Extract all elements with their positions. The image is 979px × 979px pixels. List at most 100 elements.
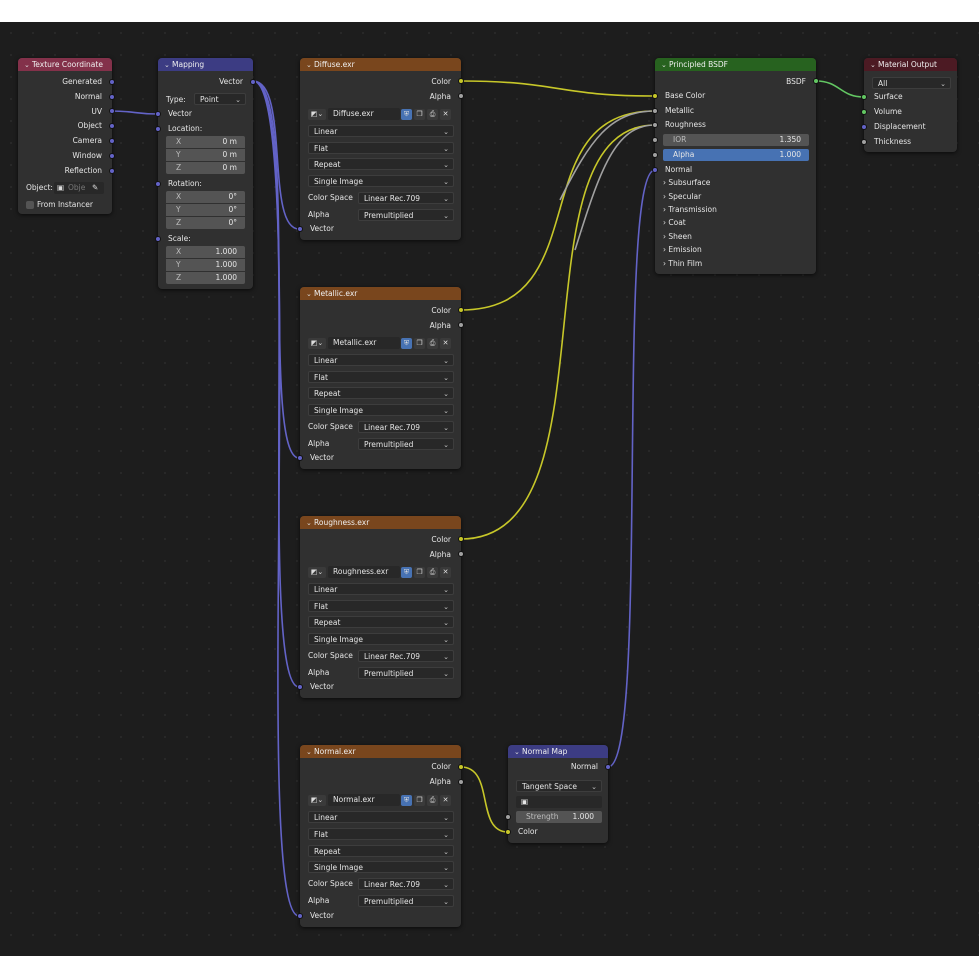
rotation-z-field[interactable]: Z 0° [166,217,245,229]
socket-ior[interactable] [652,137,658,143]
socket-scale[interactable] [155,236,161,242]
node-header[interactable]: ⌄ Texture Coordinate [18,58,112,71]
fake-user-shield-icon[interactable]: ⛨ [401,795,412,806]
close-icon[interactable]: ✕ [440,795,451,806]
socket-alpha[interactable] [652,152,658,158]
panel-thin-film[interactable]: › Thin Film [663,258,702,270]
node-header[interactable]: ⌄ Normal Map [508,745,608,758]
socket-normal-out[interactable] [605,764,611,770]
open-folder-icon[interactable]: ⎙ [427,795,438,806]
source-dropdown[interactable]: Single Image ⌄ [308,404,454,416]
space-dropdown[interactable]: Tangent Space ⌄ [516,780,602,792]
socket-normal[interactable] [109,94,115,100]
fake-user-shield-icon[interactable]: ⛨ [401,567,412,578]
node-header[interactable]: ⌄ Diffuse.exr [300,58,461,71]
color-space-dropdown[interactable]: Linear Rec.709 ⌄ [358,878,454,890]
extension-dropdown[interactable]: Repeat ⌄ [308,387,454,399]
socket-location[interactable] [155,126,161,132]
panel-emission[interactable]: › Emission [663,244,702,256]
fake-user-shield-icon[interactable]: ⛨ [401,109,412,120]
projection-dropdown[interactable]: Flat ⌄ [308,600,454,612]
socket-metallic[interactable] [652,108,658,114]
socket-alpha[interactable] [458,551,464,557]
source-dropdown[interactable]: Single Image ⌄ [308,633,454,645]
location-z-field[interactable]: Z 0 m [166,162,245,174]
socket-color[interactable] [458,536,464,542]
image-texture-node-roughness[interactable]: ⌄ Roughness.exr Color Alpha ◩⌄ Roughness.… [297,516,464,698]
material-output-node[interactable]: ⌄ Material Output All ⌄ Surface Volume Dis… [861,58,957,152]
open-folder-icon[interactable]: ⎙ [427,338,438,349]
image-name-field[interactable]: Roughness.exr [328,566,400,578]
duplicate-icon[interactable]: ❐ [414,795,425,806]
socket-thickness[interactable] [861,139,867,145]
panel-transmission[interactable]: › Transmission [663,204,717,216]
interpolation-dropdown[interactable]: Linear ⌄ [308,811,454,823]
interpolation-dropdown[interactable]: Linear ⌄ [308,125,454,137]
socket-vector-in[interactable] [297,684,303,690]
chevron-down-icon[interactable]: ⌄ [306,517,314,529]
interpolation-dropdown[interactable]: Linear ⌄ [308,583,454,595]
socket-normal-in[interactable] [652,167,658,173]
socket-vector-in[interactable] [155,111,161,117]
node-editor-canvas[interactable] [0,22,979,956]
socket-uv[interactable] [109,108,115,114]
image-browse-icon[interactable]: ◩⌄ [308,109,326,120]
location-y-field[interactable]: Y 0 m [166,149,245,161]
socket-rotation[interactable] [155,181,161,187]
extension-dropdown[interactable]: Repeat ⌄ [308,845,454,857]
alpha-mode-dropdown[interactable]: Premultiplied ⌄ [358,667,454,679]
duplicate-icon[interactable]: ❐ [414,109,425,120]
rotation-x-field[interactable]: X 0° [166,191,245,203]
scale-y-field[interactable]: Y 1.000 [166,259,245,271]
open-folder-icon[interactable]: ⎙ [427,567,438,578]
chevron-down-icon[interactable]: ⌄ [661,59,669,71]
socket-reflection[interactable] [109,168,115,174]
principled-bsdf-node[interactable]: ⌄ Principled BSDF BSDF Base Color Metalli… [652,58,819,274]
node-header[interactable]: ⌄ Roughness.exr [300,516,461,529]
fake-user-shield-icon[interactable]: ⛨ [401,338,412,349]
projection-dropdown[interactable]: Flat ⌄ [308,828,454,840]
chevron-down-icon[interactable]: ⌄ [306,288,314,300]
alpha-mode-dropdown[interactable]: Premultiplied ⌄ [358,209,454,221]
color-space-dropdown[interactable]: Linear Rec.709 ⌄ [358,650,454,662]
socket-generated[interactable] [109,79,115,85]
mapping-node[interactable]: ⌄ Mapping Vector Type: Point ⌄ Vector Loca… [155,58,256,289]
normal-map-node[interactable]: ⌄ Normal Map Normal Tangent Space ⌄ ▣ Stre… [505,745,611,843]
source-dropdown[interactable]: Single Image ⌄ [308,861,454,873]
close-icon[interactable]: ✕ [440,567,451,578]
socket-color[interactable] [458,764,464,770]
open-folder-icon[interactable]: ⎙ [427,109,438,120]
alpha-mode-dropdown[interactable]: Premultiplied ⌄ [358,438,454,450]
projection-dropdown[interactable]: Flat ⌄ [308,371,454,383]
socket-camera[interactable] [109,138,115,144]
socket-alpha[interactable] [458,322,464,328]
socket-vector-in[interactable] [297,226,303,232]
extension-dropdown[interactable]: Repeat ⌄ [308,616,454,628]
socket-object[interactable] [109,123,115,129]
node-header[interactable]: ⌄ Normal.exr [300,745,461,758]
socket-color-in[interactable] [505,829,511,835]
ior-field[interactable]: IOR 1.350 [663,134,809,146]
socket-color[interactable] [458,307,464,313]
image-texture-node-diffuse[interactable]: ⌄ Diffuse.exr Color Alpha ◩⌄ Diffuse.exr … [297,58,464,240]
alpha-mode-dropdown[interactable]: Premultiplied ⌄ [358,895,454,907]
socket-surface[interactable] [861,94,867,100]
socket-roughness[interactable] [652,122,658,128]
type-dropdown[interactable]: Point ⌄ [194,93,246,105]
image-name-field[interactable]: Normal.exr [328,794,400,806]
chevron-down-icon[interactable]: ⌄ [870,59,878,71]
image-name-field[interactable]: Diffuse.exr [328,108,400,120]
duplicate-icon[interactable]: ❐ [414,338,425,349]
socket-bsdf-out[interactable] [813,78,819,84]
from-instancer-checkbox[interactable] [26,201,34,209]
socket-vector-in[interactable] [297,913,303,919]
chevron-down-icon[interactable]: ⌄ [514,746,522,758]
image-browse-icon[interactable]: ◩⌄ [308,338,326,349]
interpolation-dropdown[interactable]: Linear ⌄ [308,354,454,366]
chevron-down-icon[interactable]: ⌄ [24,59,32,71]
target-dropdown[interactable]: All ⌄ [872,77,951,89]
image-texture-node-metallic[interactable]: ⌄ Metallic.exr Color Alpha ◩⌄ Metallic.ex… [297,287,464,469]
projection-dropdown[interactable]: Flat ⌄ [308,142,454,154]
node-header[interactable]: ⌄ Metallic.exr [300,287,461,300]
socket-base-color[interactable] [652,93,658,99]
